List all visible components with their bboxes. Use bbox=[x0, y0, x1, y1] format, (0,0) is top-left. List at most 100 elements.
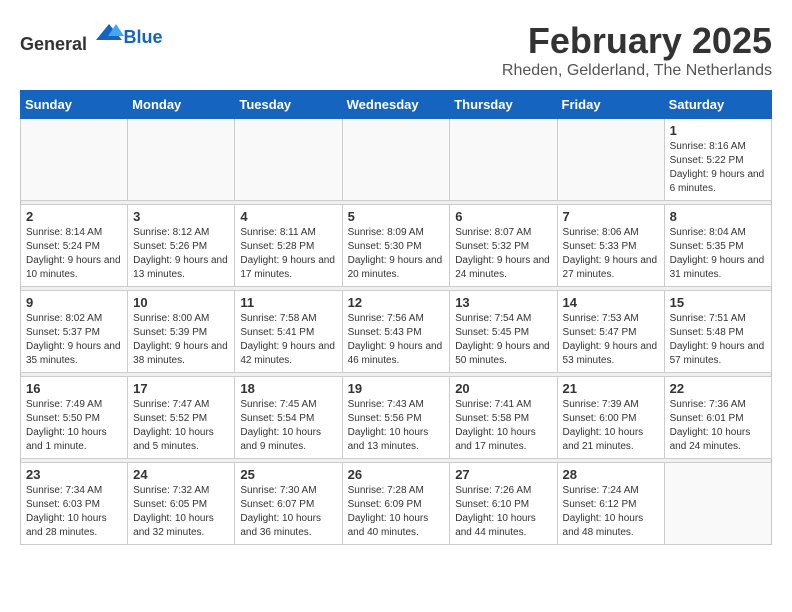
day-info: Sunrise: 7:41 AM Sunset: 5:58 PM Dayligh… bbox=[455, 398, 551, 454]
day-number: 6 bbox=[455, 209, 551, 224]
weekday-header: Monday bbox=[128, 91, 235, 119]
day-number: 7 bbox=[563, 209, 659, 224]
day-info: Sunrise: 7:49 AM Sunset: 5:50 PM Dayligh… bbox=[26, 398, 122, 454]
day-info: Sunrise: 7:47 AM Sunset: 5:52 PM Dayligh… bbox=[133, 398, 229, 454]
day-number: 11 bbox=[240, 295, 336, 310]
day-number: 28 bbox=[563, 467, 659, 482]
logo-blue: Blue bbox=[124, 27, 163, 47]
day-number: 18 bbox=[240, 381, 336, 396]
day-info: Sunrise: 7:24 AM Sunset: 6:12 PM Dayligh… bbox=[563, 484, 659, 540]
calendar-day-cell: 12 Sunrise: 7:56 AM Sunset: 5:43 PM Dayli… bbox=[342, 291, 450, 373]
day-info: Sunrise: 8:12 AM Sunset: 5:26 PM Dayligh… bbox=[133, 226, 229, 282]
day-number: 1 bbox=[670, 123, 766, 138]
logo: General Blue bbox=[20, 20, 163, 55]
day-number: 19 bbox=[348, 381, 445, 396]
calendar-day-cell: 17 Sunrise: 7:47 AM Sunset: 5:52 PM Dayli… bbox=[128, 377, 235, 459]
day-number: 20 bbox=[455, 381, 551, 396]
day-info: Sunrise: 7:43 AM Sunset: 5:56 PM Dayligh… bbox=[348, 398, 445, 454]
calendar-day-cell: 23 Sunrise: 7:34 AM Sunset: 6:03 PM Dayli… bbox=[21, 463, 128, 545]
calendar-header-row: SundayMondayTuesdayWednesdayThursdayFrid… bbox=[21, 91, 772, 119]
day-info: Sunrise: 7:56 AM Sunset: 5:43 PM Dayligh… bbox=[348, 312, 445, 368]
day-number: 25 bbox=[240, 467, 336, 482]
calendar-day-cell: 13 Sunrise: 7:54 AM Sunset: 5:45 PM Dayli… bbox=[450, 291, 557, 373]
calendar-day-cell: 18 Sunrise: 7:45 AM Sunset: 5:54 PM Dayli… bbox=[235, 377, 342, 459]
day-info: Sunrise: 7:58 AM Sunset: 5:41 PM Dayligh… bbox=[240, 312, 336, 368]
weekday-header: Tuesday bbox=[235, 91, 342, 119]
day-info: Sunrise: 7:45 AM Sunset: 5:54 PM Dayligh… bbox=[240, 398, 336, 454]
day-number: 27 bbox=[455, 467, 551, 482]
calendar-day-cell: 10Sunrise: 8:00 AM Sunset: 5:39 PM Dayli… bbox=[128, 291, 235, 373]
calendar-day-cell bbox=[128, 119, 235, 201]
day-number: 21 bbox=[563, 381, 659, 396]
calendar-day-cell: 11 Sunrise: 7:58 AM Sunset: 5:41 PM Dayli… bbox=[235, 291, 342, 373]
calendar-day-cell: 21 Sunrise: 7:39 AM Sunset: 6:00 PM Dayli… bbox=[557, 377, 664, 459]
day-number: 2 bbox=[26, 209, 122, 224]
calendar-day-cell bbox=[342, 119, 450, 201]
calendar-day-cell: 16 Sunrise: 7:49 AM Sunset: 5:50 PM Dayli… bbox=[21, 377, 128, 459]
day-info: Sunrise: 7:36 AM Sunset: 6:01 PM Dayligh… bbox=[670, 398, 766, 454]
day-info: Sunrise: 8:09 AM Sunset: 5:30 PM Dayligh… bbox=[348, 226, 445, 282]
calendar-week-row: 1 Sunrise: 8:16 AM Sunset: 5:22 PM Daylig… bbox=[21, 119, 772, 201]
day-number: 15 bbox=[670, 295, 766, 310]
weekday-header: Thursday bbox=[450, 91, 557, 119]
day-info: Sunrise: 8:02 AM Sunset: 5:37 PM Dayligh… bbox=[26, 312, 122, 368]
calendar-day-cell bbox=[235, 119, 342, 201]
day-info: Sunrise: 8:06 AM Sunset: 5:33 PM Dayligh… bbox=[563, 226, 659, 282]
day-info: Sunrise: 7:54 AM Sunset: 5:45 PM Dayligh… bbox=[455, 312, 551, 368]
calendar-day-cell: 14 Sunrise: 7:53 AM Sunset: 5:47 PM Dayli… bbox=[557, 291, 664, 373]
day-info: Sunrise: 8:14 AM Sunset: 5:24 PM Dayligh… bbox=[26, 226, 122, 282]
calendar-day-cell: 8Sunrise: 8:04 AM Sunset: 5:35 PM Daylig… bbox=[664, 205, 771, 287]
day-info: Sunrise: 7:53 AM Sunset: 5:47 PM Dayligh… bbox=[563, 312, 659, 368]
day-number: 9 bbox=[26, 295, 122, 310]
calendar-day-cell: 9 Sunrise: 8:02 AM Sunset: 5:37 PM Daylig… bbox=[21, 291, 128, 373]
weekday-header: Wednesday bbox=[342, 91, 450, 119]
day-number: 16 bbox=[26, 381, 122, 396]
weekday-header: Sunday bbox=[21, 91, 128, 119]
calendar-day-cell: 3Sunrise: 8:12 AM Sunset: 5:26 PM Daylig… bbox=[128, 205, 235, 287]
day-info: Sunrise: 7:34 AM Sunset: 6:03 PM Dayligh… bbox=[26, 484, 122, 540]
calendar-day-cell: 15 Sunrise: 7:51 AM Sunset: 5:48 PM Dayli… bbox=[664, 291, 771, 373]
day-number: 5 bbox=[348, 209, 445, 224]
calendar-week-row: 9 Sunrise: 8:02 AM Sunset: 5:37 PM Daylig… bbox=[21, 291, 772, 373]
day-info: Sunrise: 7:32 AM Sunset: 6:05 PM Dayligh… bbox=[133, 484, 229, 540]
calendar-week-row: 2 Sunrise: 8:14 AM Sunset: 5:24 PM Daylig… bbox=[21, 205, 772, 287]
day-info: Sunrise: 7:39 AM Sunset: 6:00 PM Dayligh… bbox=[563, 398, 659, 454]
day-number: 14 bbox=[563, 295, 659, 310]
calendar-day-cell: 6 Sunrise: 8:07 AM Sunset: 5:32 PM Daylig… bbox=[450, 205, 557, 287]
day-info: Sunrise: 7:30 AM Sunset: 6:07 PM Dayligh… bbox=[240, 484, 336, 540]
calendar-week-row: 16 Sunrise: 7:49 AM Sunset: 5:50 PM Dayli… bbox=[21, 377, 772, 459]
day-number: 26 bbox=[348, 467, 445, 482]
calendar-day-cell bbox=[664, 463, 771, 545]
day-info: Sunrise: 8:04 AM Sunset: 5:35 PM Dayligh… bbox=[670, 226, 766, 282]
calendar-day-cell bbox=[557, 119, 664, 201]
header: General Blue February 2025 Rheden, Gelde… bbox=[20, 20, 772, 80]
calendar-day-cell: 1 Sunrise: 8:16 AM Sunset: 5:22 PM Daylig… bbox=[664, 119, 771, 201]
calendar-day-cell: 7 Sunrise: 8:06 AM Sunset: 5:33 PM Daylig… bbox=[557, 205, 664, 287]
day-info: Sunrise: 8:11 AM Sunset: 5:28 PM Dayligh… bbox=[240, 226, 336, 282]
calendar-day-cell: 28 Sunrise: 7:24 AM Sunset: 6:12 PM Dayli… bbox=[557, 463, 664, 545]
calendar: SundayMondayTuesdayWednesdayThursdayFrid… bbox=[20, 90, 772, 545]
calendar-day-cell: 4Sunrise: 8:11 AM Sunset: 5:28 PM Daylig… bbox=[235, 205, 342, 287]
calendar-day-cell: 26 Sunrise: 7:28 AM Sunset: 6:09 PM Dayli… bbox=[342, 463, 450, 545]
calendar-day-cell bbox=[450, 119, 557, 201]
day-number: 24 bbox=[133, 467, 229, 482]
logo-general: General bbox=[20, 34, 87, 54]
day-info: Sunrise: 7:51 AM Sunset: 5:48 PM Dayligh… bbox=[670, 312, 766, 368]
title-area: February 2025 Rheden, Gelderland, The Ne… bbox=[502, 20, 772, 80]
day-info: Sunrise: 8:00 AM Sunset: 5:39 PM Dayligh… bbox=[133, 312, 229, 368]
day-number: 17 bbox=[133, 381, 229, 396]
day-number: 23 bbox=[26, 467, 122, 482]
day-info: Sunrise: 8:16 AM Sunset: 5:22 PM Dayligh… bbox=[670, 140, 766, 196]
calendar-day-cell: 25 Sunrise: 7:30 AM Sunset: 6:07 PM Dayli… bbox=[235, 463, 342, 545]
day-info: Sunrise: 7:28 AM Sunset: 6:09 PM Dayligh… bbox=[348, 484, 445, 540]
calendar-day-cell: 22 Sunrise: 7:36 AM Sunset: 6:01 PM Dayli… bbox=[664, 377, 771, 459]
calendar-day-cell: 27Sunrise: 7:26 AM Sunset: 6:10 PM Dayli… bbox=[450, 463, 557, 545]
weekday-header: Saturday bbox=[664, 91, 771, 119]
calendar-day-cell: 19 Sunrise: 7:43 AM Sunset: 5:56 PM Dayli… bbox=[342, 377, 450, 459]
logo-icon bbox=[94, 20, 124, 50]
day-info: Sunrise: 8:07 AM Sunset: 5:32 PM Dayligh… bbox=[455, 226, 551, 282]
day-number: 13 bbox=[455, 295, 551, 310]
calendar-day-cell bbox=[21, 119, 128, 201]
day-number: 12 bbox=[348, 295, 445, 310]
day-number: 22 bbox=[670, 381, 766, 396]
